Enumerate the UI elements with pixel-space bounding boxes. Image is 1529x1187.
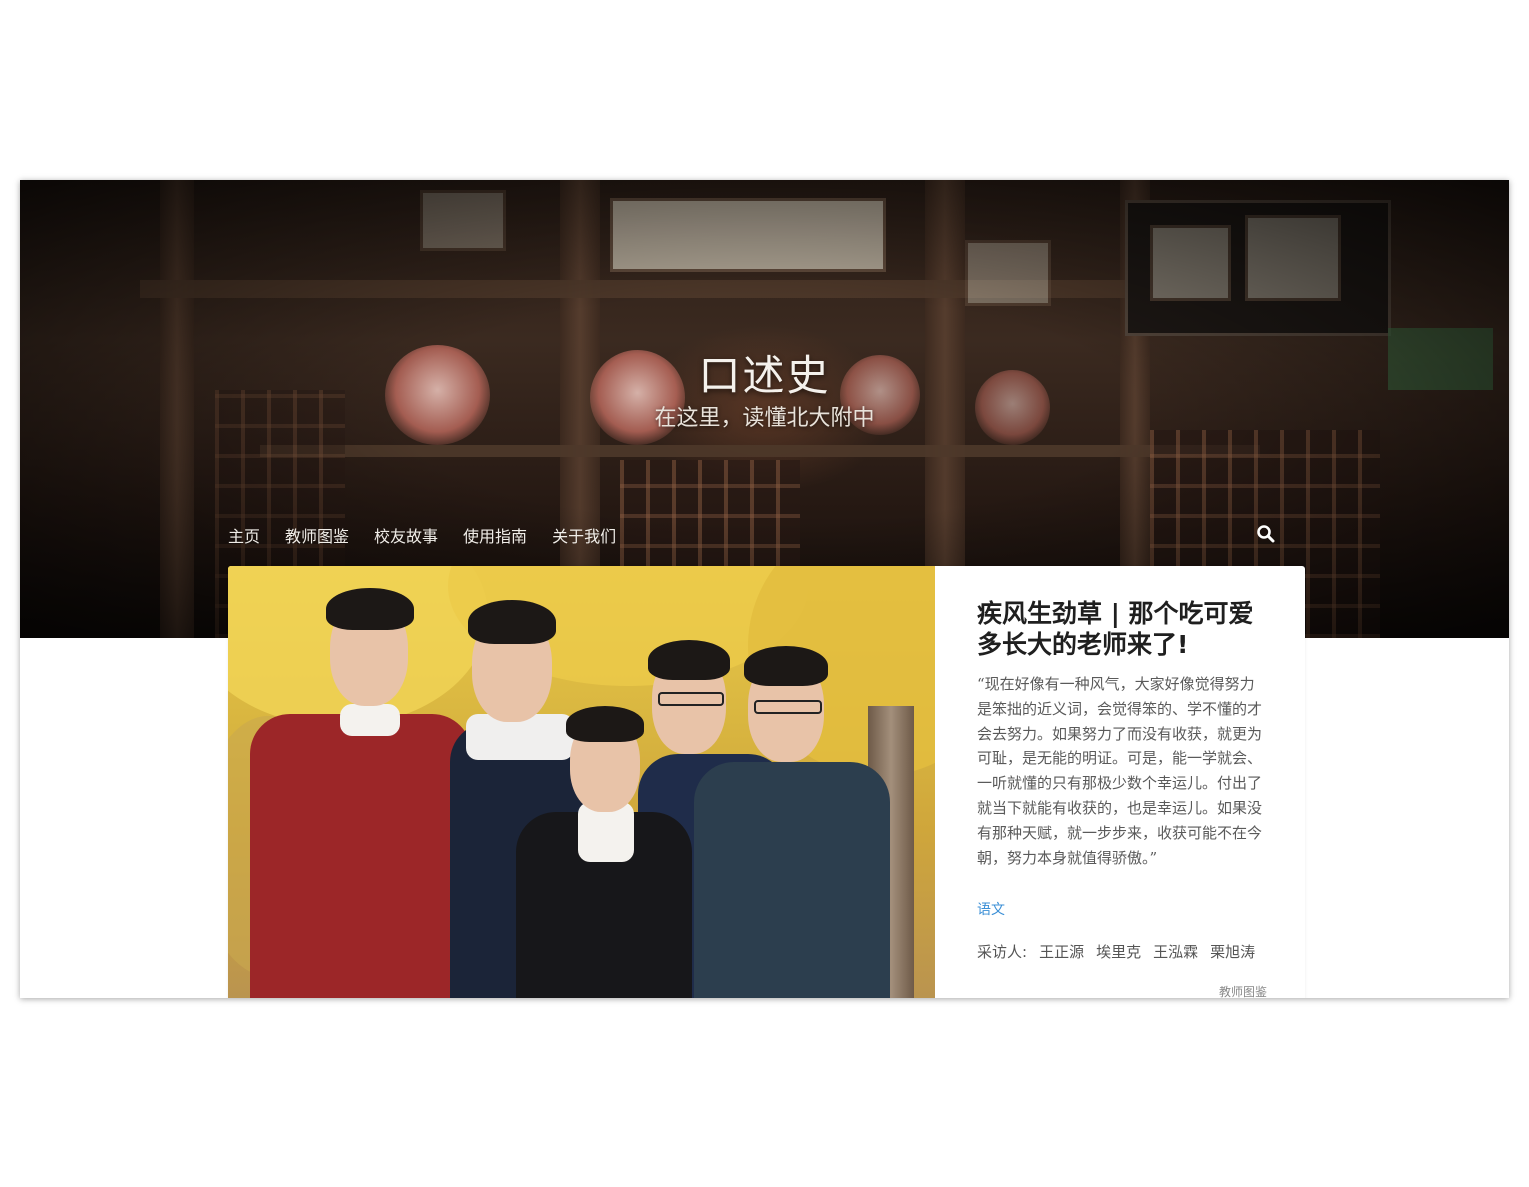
nav-item-teachers[interactable]: 教师图鉴 (285, 525, 349, 549)
site-title[interactable]: 口述史 (20, 342, 1509, 403)
site-tagline: 在这里，读懂北大附中 (654, 406, 875, 431)
search-icon[interactable] (1256, 524, 1276, 544)
interviewer-name: 栗旭涛 (1210, 943, 1256, 961)
interviewer-name: 王泓霖 (1153, 943, 1199, 961)
post-interviewers: 采访人: 王正源 埃里克 王泓霖 栗旭涛 (977, 941, 1255, 962)
nav-item-home[interactable]: 主页 (228, 525, 260, 549)
post-title[interactable]: 疾风生劲草 | 那个吃可爱多长大的老师来了! (977, 598, 1267, 660)
post-section-tag[interactable]: 教师图鉴 (1219, 983, 1267, 998)
nav-item-alumni[interactable]: 校友故事 (374, 525, 438, 549)
featured-post-card[interactable]: 疾风生劲草 | 那个吃可爱多长大的老师来了! “现在好像有一种风气，大家好像觉得… (228, 566, 1305, 998)
interviewers-label: 采访人: (977, 943, 1028, 961)
interviewer-name: 埃里克 (1096, 943, 1142, 961)
featured-post-image[interactable] (228, 566, 935, 998)
nav-item-guide[interactable]: 使用指南 (463, 525, 527, 549)
interviewer-name: 王正源 (1039, 943, 1085, 961)
main-nav: 主页 教师图鉴 校友故事 使用指南 关于我们 (228, 525, 641, 549)
nav-item-about[interactable]: 关于我们 (552, 525, 616, 549)
featured-post-text: 疾风生劲草 | 那个吃可爱多长大的老师来了! “现在好像有一种风气，大家好像觉得… (977, 566, 1267, 998)
post-category-link[interactable]: 语文 (977, 899, 1005, 919)
post-excerpt: “现在好像有一种风气，大家好像觉得努力是笨拙的近义词，会觉得笨的、学不懂的才会去… (977, 675, 1263, 867)
page-frame: 口述史 在这里，读懂北大附中 主页 教师图鉴 校友故事 使用指南 关于我们 疾风… (20, 180, 1509, 998)
